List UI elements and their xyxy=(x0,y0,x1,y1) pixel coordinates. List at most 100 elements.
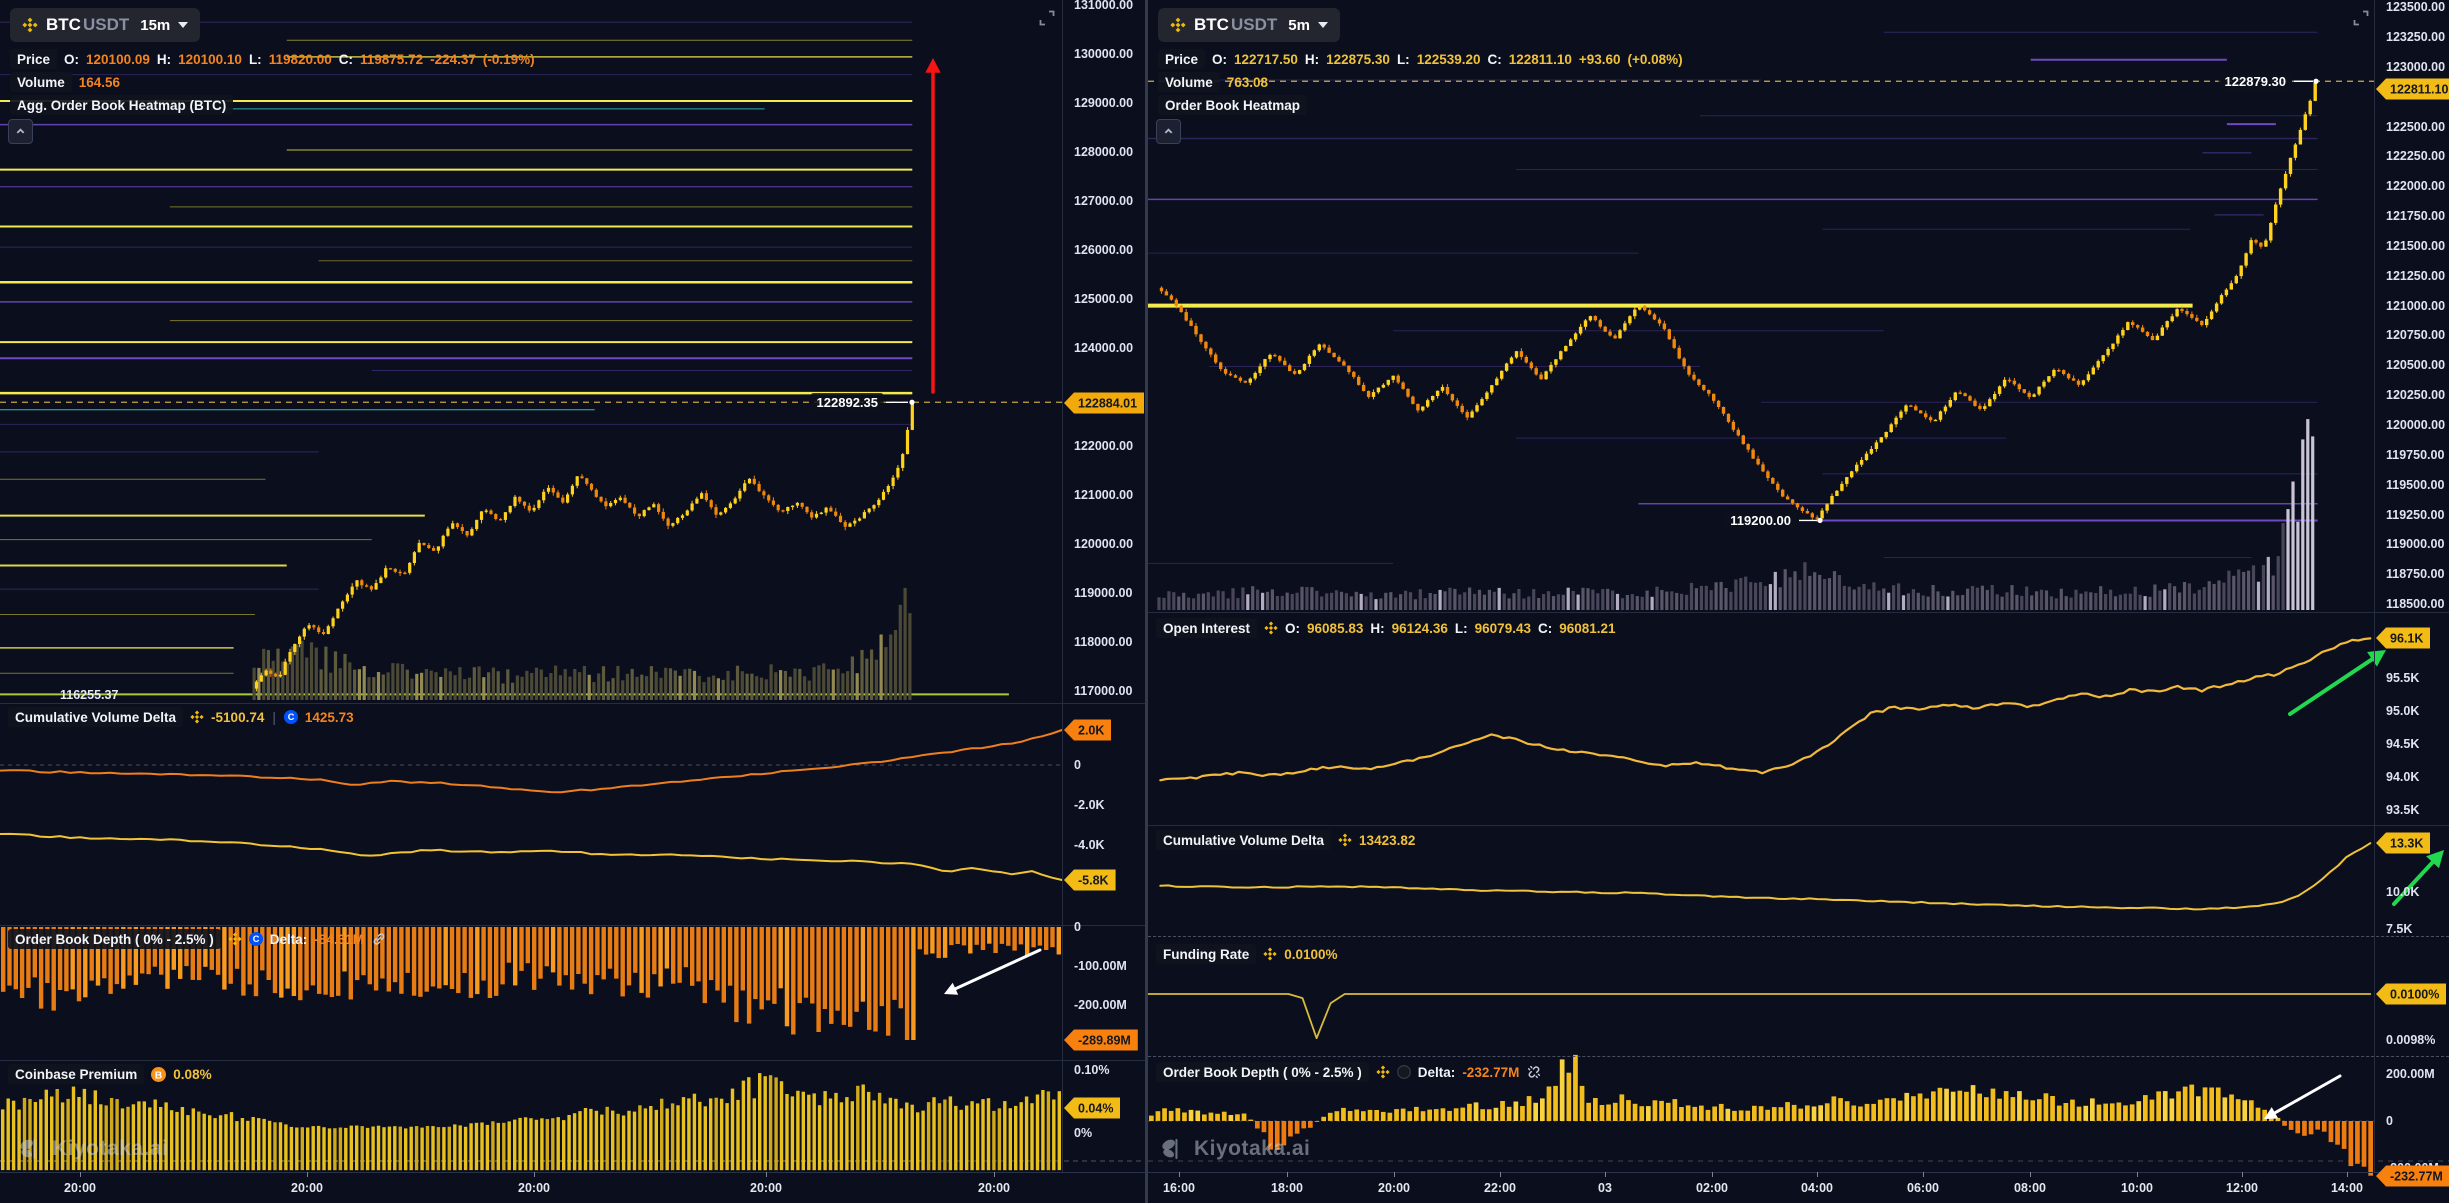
fullscreen-icon[interactable] xyxy=(1038,9,1056,27)
collapse-button[interactable] xyxy=(1156,119,1181,144)
time-axis-tickmark xyxy=(1923,1172,1924,1177)
separator xyxy=(0,925,1148,926)
cvd-header-left: Cumulative Volume Delta -5100.74 | C 142… xyxy=(8,707,354,727)
obd-title: Order Book Depth ( 0% - 2.5% ) xyxy=(8,929,221,949)
unlink-icon[interactable] xyxy=(1526,1064,1542,1080)
axis-tick-label: 94.5K xyxy=(2386,737,2419,751)
delta-value: -84.31M xyxy=(314,932,364,947)
obd-header-left: Order Book Depth ( 0% - 2.5% ) C Delta: … xyxy=(8,929,387,949)
ohlc-key: C: xyxy=(339,52,353,67)
time-axis-border xyxy=(0,1172,2449,1173)
butterfly-logo-icon xyxy=(1160,1136,1185,1161)
axis-tick-label: 0 xyxy=(2386,1114,2393,1128)
separator xyxy=(0,1060,1148,1061)
funding-title: Funding Rate xyxy=(1156,944,1256,964)
separator-dashed xyxy=(1148,936,2449,937)
price-legend-right: Price O:122717.50 H:122875.30 L:122539.2… xyxy=(1158,49,1683,69)
axis-tick-label: 0.0098% xyxy=(2386,1033,2435,1047)
collapse-button[interactable] xyxy=(8,119,33,144)
marked-high-label: 122892.35 xyxy=(811,393,884,411)
axis-tick-label: 118000.00 xyxy=(1074,635,1132,649)
axis-value-badge: 0.04% xyxy=(1064,1098,1120,1119)
svg-text:B: B xyxy=(155,1070,162,1081)
oi-low: 96079.43 xyxy=(1475,621,1531,636)
axis-tick-label: -200.00M xyxy=(1074,998,1127,1012)
cvd-value: 13423.82 xyxy=(1359,833,1415,848)
ohlc-key: O: xyxy=(1285,621,1300,636)
binance-icon xyxy=(228,932,242,946)
symbol-selector-right[interactable]: BTCUSDT 5m xyxy=(1158,8,1340,42)
axis-tick-label: 122000.00 xyxy=(1074,439,1133,453)
time-axis-tickmark xyxy=(1394,1172,1395,1177)
symbol-quote: USDT xyxy=(1231,15,1277,35)
axis-tick-label: 128000.00 xyxy=(1074,145,1133,159)
ohlc-key: L: xyxy=(1455,621,1468,636)
axis-tick-label: 126000.00 xyxy=(1074,243,1133,257)
panel-divider[interactable] xyxy=(1145,0,1148,1203)
axis-value-badge: -232.77M xyxy=(2376,1166,2449,1187)
chevron-down-icon xyxy=(1318,22,1328,28)
cvd-header-right: Cumulative Volume Delta 13423.82 xyxy=(1156,830,1415,850)
axis-tick-label: 120500.00 xyxy=(2386,358,2445,372)
axis-tick-label: 121250.00 xyxy=(2386,269,2445,283)
marked-high-label: 122879.30 xyxy=(2219,72,2292,90)
binance-icon xyxy=(22,17,38,33)
binance-icon xyxy=(1376,1065,1390,1079)
high-value: 122875.30 xyxy=(1326,52,1390,67)
fullscreen-icon[interactable] xyxy=(2352,9,2370,27)
axis-tick-label: 129000.00 xyxy=(1074,96,1133,110)
watermark-left: Kiyotaka.ai xyxy=(18,1136,168,1161)
time-axis-tickmark xyxy=(766,1172,767,1177)
change-value: -224.37 xyxy=(430,52,476,67)
time-axis-label: 20:00 xyxy=(750,1181,782,1195)
axis-tick-label: 122000.00 xyxy=(2386,179,2445,193)
coinbase-icon: C xyxy=(249,932,263,946)
axis-tick-label: 130000.00 xyxy=(1074,47,1133,61)
binance-icon xyxy=(1338,833,1352,847)
symbol-selector-left[interactable]: BTCUSDT 15m xyxy=(10,8,200,42)
time-axis-label: 03 xyxy=(1598,1181,1612,1195)
bitcoin-icon: B xyxy=(151,1067,166,1082)
chevron-up-icon xyxy=(15,126,26,137)
axis-tick-label: 93.5K xyxy=(2386,803,2419,817)
price-label: Price xyxy=(1158,49,1205,69)
axis-tick-label: 120000.00 xyxy=(1074,537,1133,551)
axis-tick-label: 119500.00 xyxy=(2386,478,2444,492)
volume-legend-left: Volume 164.56 xyxy=(10,72,120,92)
trading-dashboard: BTCUSDT 15m Price O:120100.09 H:120100.1… xyxy=(0,0,2449,1203)
ohlc-key: L: xyxy=(1397,52,1410,67)
premium-value: 0.08% xyxy=(173,1067,211,1082)
link-icon[interactable] xyxy=(371,931,387,947)
axis-tick-label: 10.0K xyxy=(2386,885,2419,899)
time-axis-label: 20:00 xyxy=(1378,1181,1410,1195)
axis-tick-label: 123000.00 xyxy=(2386,60,2445,74)
volume-value: 164.56 xyxy=(79,75,120,90)
obd-title: Order Book Depth ( 0% - 2.5% ) xyxy=(1156,1062,1369,1082)
ohlc-key: H: xyxy=(1370,621,1384,636)
axis-tick-label: 127000.00 xyxy=(1074,194,1133,208)
watermark-text: Kiyotaka.ai xyxy=(52,1137,168,1161)
ui-overlay: BTCUSDT 15m Price O:120100.09 H:120100.1… xyxy=(0,0,2449,1203)
axis-tick-label: 119000.00 xyxy=(2386,537,2444,551)
time-axis-label: 18:00 xyxy=(1271,1181,1303,1195)
change-pct: (-0.19%) xyxy=(483,52,535,67)
axis-tick-label: -4.0K xyxy=(1074,838,1105,852)
axis-tick-label: 119750.00 xyxy=(2386,448,2444,462)
heatmap-label: Agg. Order Book Heatmap (BTC) xyxy=(10,95,233,115)
chevron-down-icon xyxy=(178,22,188,28)
low-value: 119820.00 xyxy=(269,52,332,67)
time-axis-tickmark xyxy=(80,1172,81,1177)
ohlc-key: O: xyxy=(1212,52,1227,67)
ohlc-key: C: xyxy=(1488,52,1502,67)
obd-header-right: Order Book Depth ( 0% - 2.5% ) Delta: -2… xyxy=(1156,1062,1542,1082)
interval-label: 5m xyxy=(1288,17,1310,34)
time-axis-label: 04:00 xyxy=(1801,1181,1833,1195)
change-pct: (+0.08%) xyxy=(1628,52,1683,67)
axis-tick-label: 200.00M xyxy=(2386,1067,2435,1081)
axis-value-badge: -289.89M xyxy=(1064,1030,1138,1051)
oi-open: 96085.83 xyxy=(1307,621,1363,636)
volume-value: 763.08 xyxy=(1227,75,1268,90)
axis-tick-label: 95.0K xyxy=(2386,704,2419,718)
axis-value-badge: 2.0K xyxy=(1064,720,1111,741)
axis-tick-label: 120250.00 xyxy=(2386,388,2445,402)
